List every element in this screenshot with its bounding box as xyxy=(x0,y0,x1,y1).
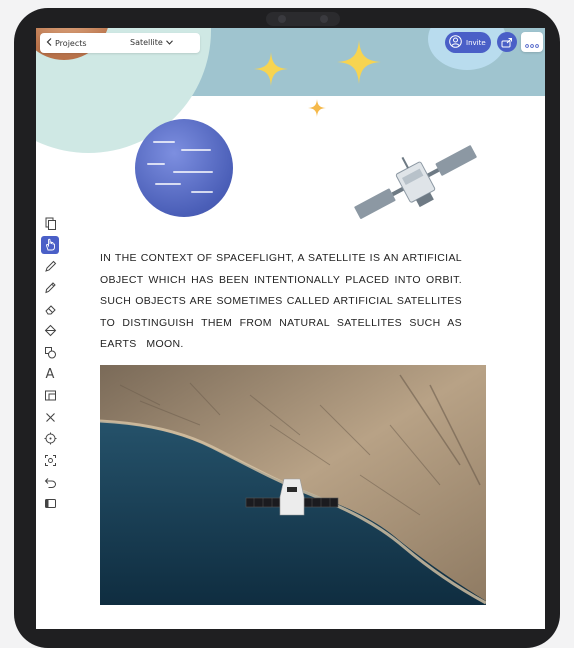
undo-icon xyxy=(44,477,56,488)
image-tool[interactable] xyxy=(41,387,59,405)
satellite-description: IN THE CONTEXT OF SPACEFLIGHT, A SATELLI… xyxy=(100,252,462,351)
fill-tool[interactable] xyxy=(41,322,59,340)
layout-icon xyxy=(44,499,56,509)
more-options-button[interactable] xyxy=(521,32,543,52)
camera-bar xyxy=(266,12,340,26)
copy-icon xyxy=(45,217,56,230)
pencil-icon xyxy=(44,282,56,294)
sparkle-star-2 xyxy=(337,40,381,84)
satellite-photo xyxy=(100,365,486,605)
hand-tool[interactable] xyxy=(41,235,59,254)
drawing-toolbar: A xyxy=(40,214,60,516)
pen-icon xyxy=(44,260,56,272)
share-icon xyxy=(501,33,513,52)
chevron-down-icon xyxy=(165,38,173,47)
close-icon xyxy=(45,412,55,422)
shapes-icon xyxy=(44,347,56,359)
selection-icon xyxy=(44,455,56,467)
layout-tool[interactable] xyxy=(41,495,59,513)
invite-button[interactable]: Invite xyxy=(445,32,491,53)
user-icon xyxy=(449,35,462,50)
delete-tool[interactable] xyxy=(41,408,59,426)
back-label: Projects xyxy=(55,38,87,48)
project-title-dropdown[interactable]: Satellite xyxy=(130,38,173,47)
eraser-icon xyxy=(44,305,56,315)
canvas-screen: Projects Satellite Invite A IN THE CONTE… xyxy=(36,28,545,629)
hand-icon xyxy=(45,238,55,251)
invite-label: Invite xyxy=(466,38,486,47)
fill-bucket-icon xyxy=(44,325,56,337)
share-button[interactable] xyxy=(497,32,517,52)
crosshair-icon xyxy=(44,432,56,445)
select-tool[interactable] xyxy=(41,452,59,470)
chevron-left-icon xyxy=(46,38,52,48)
project-title: Satellite xyxy=(130,38,163,47)
image-icon xyxy=(44,390,56,401)
project-header: Projects Satellite xyxy=(40,33,200,53)
pencil-tool[interactable] xyxy=(41,279,59,297)
copy-tool[interactable] xyxy=(41,214,59,232)
text-tool[interactable]: A xyxy=(41,365,59,383)
sparkle-star-1 xyxy=(254,52,288,86)
eraser-tool[interactable] xyxy=(41,300,59,318)
sparkle-star-3 xyxy=(308,99,326,117)
shapes-tool[interactable] xyxy=(41,344,59,362)
pen-tool[interactable] xyxy=(41,257,59,275)
more-icon xyxy=(525,33,539,52)
undo-tool[interactable] xyxy=(41,473,59,491)
back-to-projects-button[interactable]: Projects xyxy=(46,38,87,48)
satellite-illustration xyxy=(354,145,477,219)
satellite-photo-art xyxy=(100,365,486,605)
blue-planet-illustration xyxy=(135,119,233,217)
text-icon: A xyxy=(45,366,55,382)
target-tool[interactable] xyxy=(41,430,59,448)
